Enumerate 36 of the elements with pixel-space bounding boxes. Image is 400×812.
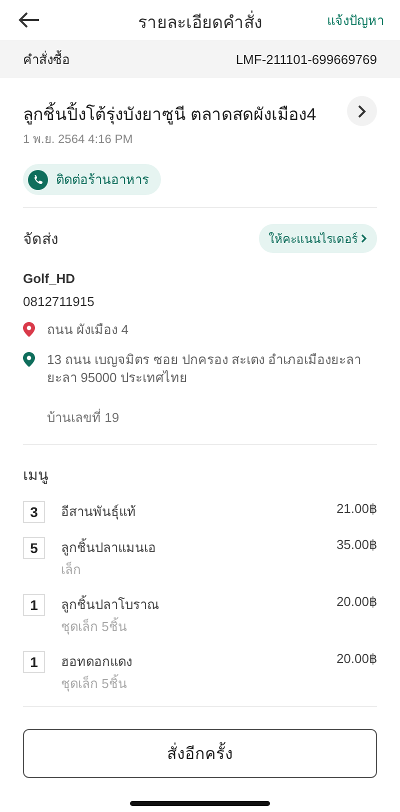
section-title: จัดส่ง (23, 230, 58, 250)
item-name: อีสานพันธุ์แท้ (61, 503, 137, 522)
rate-rider-button[interactable]: ให้คะแนนไรเดอร์ (258, 224, 377, 253)
item-price: 21.00฿ (336, 501, 377, 518)
back-arrow-icon[interactable] (18, 12, 40, 28)
item-name: ฮอทดอกแดง (61, 653, 133, 671)
reorder-button[interactable]: สั่งอีกครั้ง (23, 729, 377, 778)
rider-phone: 0812711915 (23, 294, 96, 309)
address-text: ถนน ผังเมือง 4 (47, 321, 128, 339)
chevron-icon (361, 234, 367, 243)
item-price: 20.00฿ (336, 651, 377, 668)
quantity-badge: 3 (23, 501, 45, 523)
item-name: ลูกชิ้นปลาโบราณ (61, 594, 160, 614)
address-note: บ้านเลขที่ 19 (47, 408, 120, 427)
phone-icon (28, 170, 48, 190)
order-label: คำสั่งซื้อ (23, 49, 70, 68)
page-title: รายละเอียดคำสั่ง (138, 13, 262, 32)
item-option: ชุดเล็ก 5ชิ้น (61, 616, 320, 637)
report-link[interactable]: แจ้งปัญหา (327, 10, 384, 30)
item-option: ชุดเล็ก 5ชิ้น (61, 673, 320, 694)
rider-name: Golf_HD (23, 271, 76, 286)
quantity-badge: 1 (23, 651, 45, 673)
item-price: 20.00฿ (336, 594, 377, 611)
store-name: ลูกชิ้นปิ้งโต้รุ่งบังยาซูนี ตลาดสดผังเมือง4 (23, 100, 316, 127)
quantity-badge: 5 (23, 537, 45, 559)
contact-restaurant-button[interactable]: ติดต่อร้านอาหาร (23, 164, 161, 195)
chevron-icon (358, 104, 366, 118)
item-option: เล็ก (61, 559, 320, 580)
order-datetime: 1 พ.ย. 2564 4:16 PM (23, 131, 134, 148)
chevron-button[interactable] (347, 96, 377, 126)
section-title: เมนู (23, 466, 49, 486)
order-number: LMF-211101-699669769 (236, 52, 377, 66)
item-price: 35.00฿ (336, 537, 377, 554)
address-text: 13 ถนน เบญจมิตร ซอย ปกครอง สะเตง อำเภอเมืองยะลา ยะลา 95000 ประเทศไทย (47, 351, 362, 387)
quantity-badge: 1 (23, 594, 45, 616)
item-name: ลูกชิ้นปลาแมนเอ (61, 537, 157, 558)
